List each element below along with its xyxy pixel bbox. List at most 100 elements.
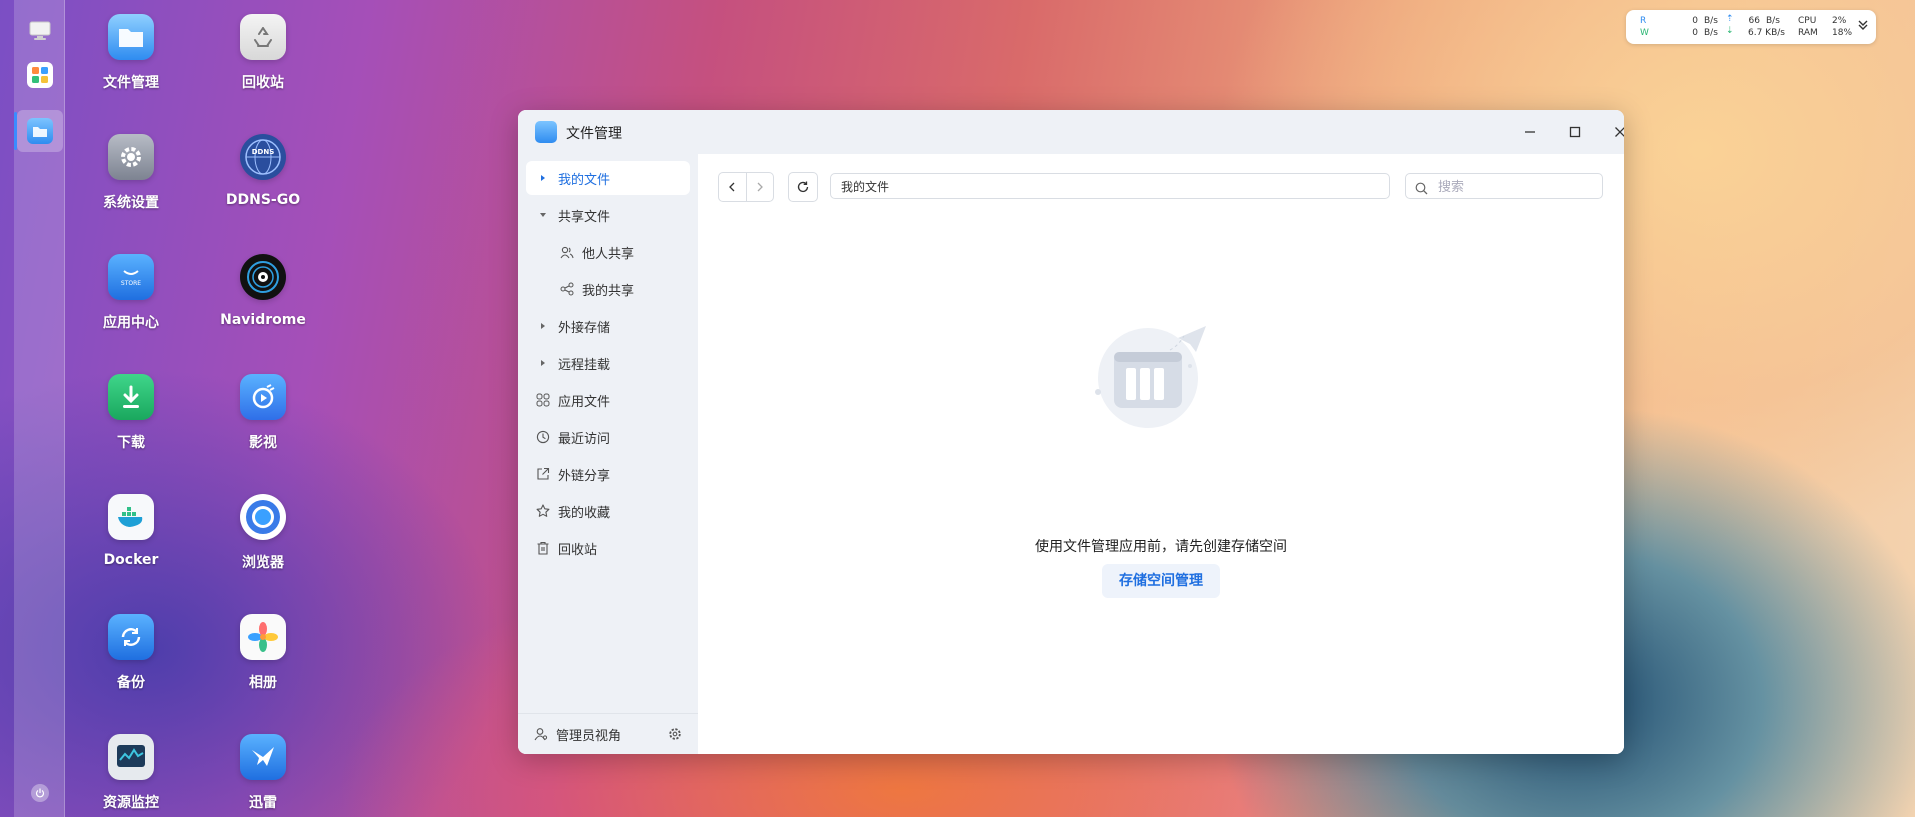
desktop-icon-label: Docker bbox=[103, 552, 159, 568]
desktop-icon-navidrome[interactable]: Navidrome bbox=[203, 254, 323, 328]
read-unit-b: B/s bbox=[1766, 16, 1780, 26]
clock-icon bbox=[532, 430, 554, 444]
sidebar-item-label: 我的文件 bbox=[558, 172, 611, 188]
desktop-icon-recycle-bin[interactable]: 回收站 bbox=[203, 14, 323, 92]
svg-text:DDNS: DDNS bbox=[252, 148, 275, 156]
desktop-icon-file-manager[interactable]: 文件管理 bbox=[71, 14, 191, 92]
minimize-icon bbox=[1525, 131, 1535, 133]
sidebar-item-my-files[interactable]: 我的文件 bbox=[526, 161, 690, 195]
sidebar-item-my-shares[interactable]: 我的共享 bbox=[526, 272, 690, 306]
upload-arrow-icon: ⇡ bbox=[1726, 14, 1734, 24]
docker-whale-icon bbox=[108, 494, 154, 540]
main-content: 我的文件 使用文件管理应用前，请先创建存储空间 存储空间管理 bbox=[698, 154, 1624, 754]
desktop-icon-xunlei[interactable]: 迅雷 bbox=[203, 734, 323, 812]
recycle-bin-icon bbox=[240, 14, 286, 60]
chevron-left-icon bbox=[729, 182, 735, 192]
external-share-icon bbox=[532, 467, 554, 481]
settings-gear-icon[interactable] bbox=[668, 727, 682, 745]
store-bag-icon: STORE bbox=[108, 254, 154, 300]
maximize-button[interactable] bbox=[1563, 120, 1587, 144]
sidebar-item-shared-with-me[interactable]: 他人共享 bbox=[526, 235, 690, 269]
desktop-icon-ddns-go[interactable]: DDNS DDNS-GO bbox=[203, 134, 323, 208]
desktop-icon-label: Navidrome bbox=[220, 312, 306, 328]
forward-button[interactable] bbox=[747, 173, 774, 201]
cpu-value: 2% bbox=[1832, 16, 1847, 26]
desktop-icon-docker[interactable]: Docker bbox=[71, 494, 191, 568]
back-button[interactable] bbox=[719, 173, 747, 201]
storage-management-button[interactable]: 存储空间管理 bbox=[1102, 564, 1220, 598]
sidebar-item-app-files[interactable]: 应用文件 bbox=[526, 383, 690, 417]
desktop-icon-label: 迅雷 bbox=[249, 795, 277, 811]
close-button[interactable] bbox=[1608, 120, 1624, 144]
read-label: R bbox=[1640, 16, 1647, 26]
read-speed-a: 0 bbox=[1692, 16, 1698, 26]
power-icon[interactable] bbox=[31, 784, 49, 802]
history-nav bbox=[718, 172, 774, 202]
ram-value: 18% bbox=[1832, 28, 1853, 38]
sidebar-item-label: 回收站 bbox=[558, 542, 598, 558]
sidebar-item-label: 外链分享 bbox=[558, 468, 611, 484]
desktop-icon-download[interactable]: 下载 bbox=[71, 374, 191, 452]
desktop-icon-video[interactable]: 影视 bbox=[203, 374, 323, 452]
refresh-button[interactable] bbox=[788, 172, 818, 202]
desktop-icon-browser[interactable]: 浏览器 bbox=[203, 494, 323, 572]
empty-state-message: 使用文件管理应用前，请先创建存储空间 bbox=[1035, 539, 1287, 555]
desktop-icon-label: 浏览器 bbox=[242, 555, 284, 571]
search-icon bbox=[1415, 180, 1428, 199]
read-speed-b: 66 bbox=[1748, 16, 1760, 26]
chevron-double-down-icon[interactable] bbox=[1858, 19, 1868, 34]
app-grid-icon[interactable] bbox=[27, 62, 53, 88]
caret-right-icon bbox=[532, 359, 554, 367]
photos-flower-icon bbox=[240, 614, 286, 660]
sidebar-item-label: 共享文件 bbox=[558, 209, 611, 225]
search-input[interactable] bbox=[1436, 176, 1600, 198]
empty-storage-illustration bbox=[1078, 314, 1218, 434]
window-titlebar[interactable]: 文件管理 bbox=[518, 110, 1624, 154]
resource-monitor-widget: R W 0 B/s 0 B/s ⇡ ⇣ 66 B/s 6.7 KB/s CPU … bbox=[1626, 10, 1876, 44]
sidebar-item-external-storage[interactable]: 外接存储 bbox=[526, 309, 690, 343]
sidebar-item-recent[interactable]: 最近访问 bbox=[526, 420, 690, 454]
desktop-icon-label: 备份 bbox=[117, 675, 145, 691]
admin-view-row[interactable]: 管理员视角 bbox=[518, 713, 698, 754]
download-icon bbox=[108, 374, 154, 420]
users-icon bbox=[556, 245, 578, 259]
file-manager-window: 文件管理 我的文件 共享文件 他人共享 我的共享 外接存储 远程挂载 应用文件 … bbox=[518, 110, 1624, 754]
desktop-icon-photos[interactable]: 相册 bbox=[203, 614, 323, 692]
sidebar-item-label: 我的共享 bbox=[582, 283, 635, 299]
chevron-right-icon bbox=[757, 182, 763, 192]
vinyl-record-icon bbox=[240, 254, 286, 300]
desktop-icon-label: 系统设置 bbox=[103, 195, 159, 211]
desktop-icon-app-center[interactable]: STORE 应用中心 bbox=[71, 254, 191, 332]
write-label: W bbox=[1640, 28, 1649, 38]
desktop-icon-label: 回收站 bbox=[242, 75, 284, 91]
desktop-icon-label: 下载 bbox=[117, 435, 145, 451]
sidebar-item-label: 远程挂载 bbox=[558, 357, 611, 373]
file-manager-dock-icon[interactable] bbox=[27, 118, 53, 144]
sidebar: 我的文件 共享文件 他人共享 我的共享 外接存储 远程挂载 应用文件 最近访问 bbox=[518, 154, 698, 754]
sidebar-item-label: 应用文件 bbox=[558, 394, 611, 410]
desktop-monitor-icon[interactable] bbox=[27, 18, 53, 44]
sidebar-item-link-share[interactable]: 外链分享 bbox=[526, 457, 690, 491]
desktop-icon-settings[interactable]: 系统设置 bbox=[71, 134, 191, 212]
sidebar-item-label: 我的收藏 bbox=[558, 505, 611, 521]
desktop-icon-backup[interactable]: 备份 bbox=[71, 614, 191, 692]
settings-gear-icon bbox=[108, 134, 154, 180]
sidebar-item-trash[interactable]: 回收站 bbox=[526, 531, 690, 565]
sidebar-item-remote-mount[interactable]: 远程挂载 bbox=[526, 346, 690, 380]
file-manager-app-icon bbox=[535, 121, 557, 143]
sidebar-item-shared-files[interactable]: 共享文件 bbox=[526, 198, 690, 232]
path-bar[interactable]: 我的文件 bbox=[830, 173, 1390, 199]
admin-view-label: 管理员视角 bbox=[556, 728, 622, 744]
sidebar-item-favorites[interactable]: 我的收藏 bbox=[526, 494, 690, 528]
desktop-icon-label: 资源监控 bbox=[103, 795, 159, 811]
window-title: 文件管理 bbox=[566, 126, 622, 142]
ddns-globe-icon: DDNS bbox=[240, 134, 286, 180]
sidebar-item-label: 最近访问 bbox=[558, 431, 611, 447]
minimize-button[interactable] bbox=[1518, 120, 1542, 144]
sidebar-item-label: 外接存储 bbox=[558, 320, 611, 336]
desktop-icon-resource-monitor[interactable]: 资源监控 bbox=[71, 734, 191, 812]
share-nodes-icon bbox=[556, 282, 578, 296]
refresh-icon bbox=[797, 181, 809, 193]
search-box[interactable] bbox=[1405, 173, 1603, 199]
ram-label: RAM bbox=[1798, 28, 1818, 38]
